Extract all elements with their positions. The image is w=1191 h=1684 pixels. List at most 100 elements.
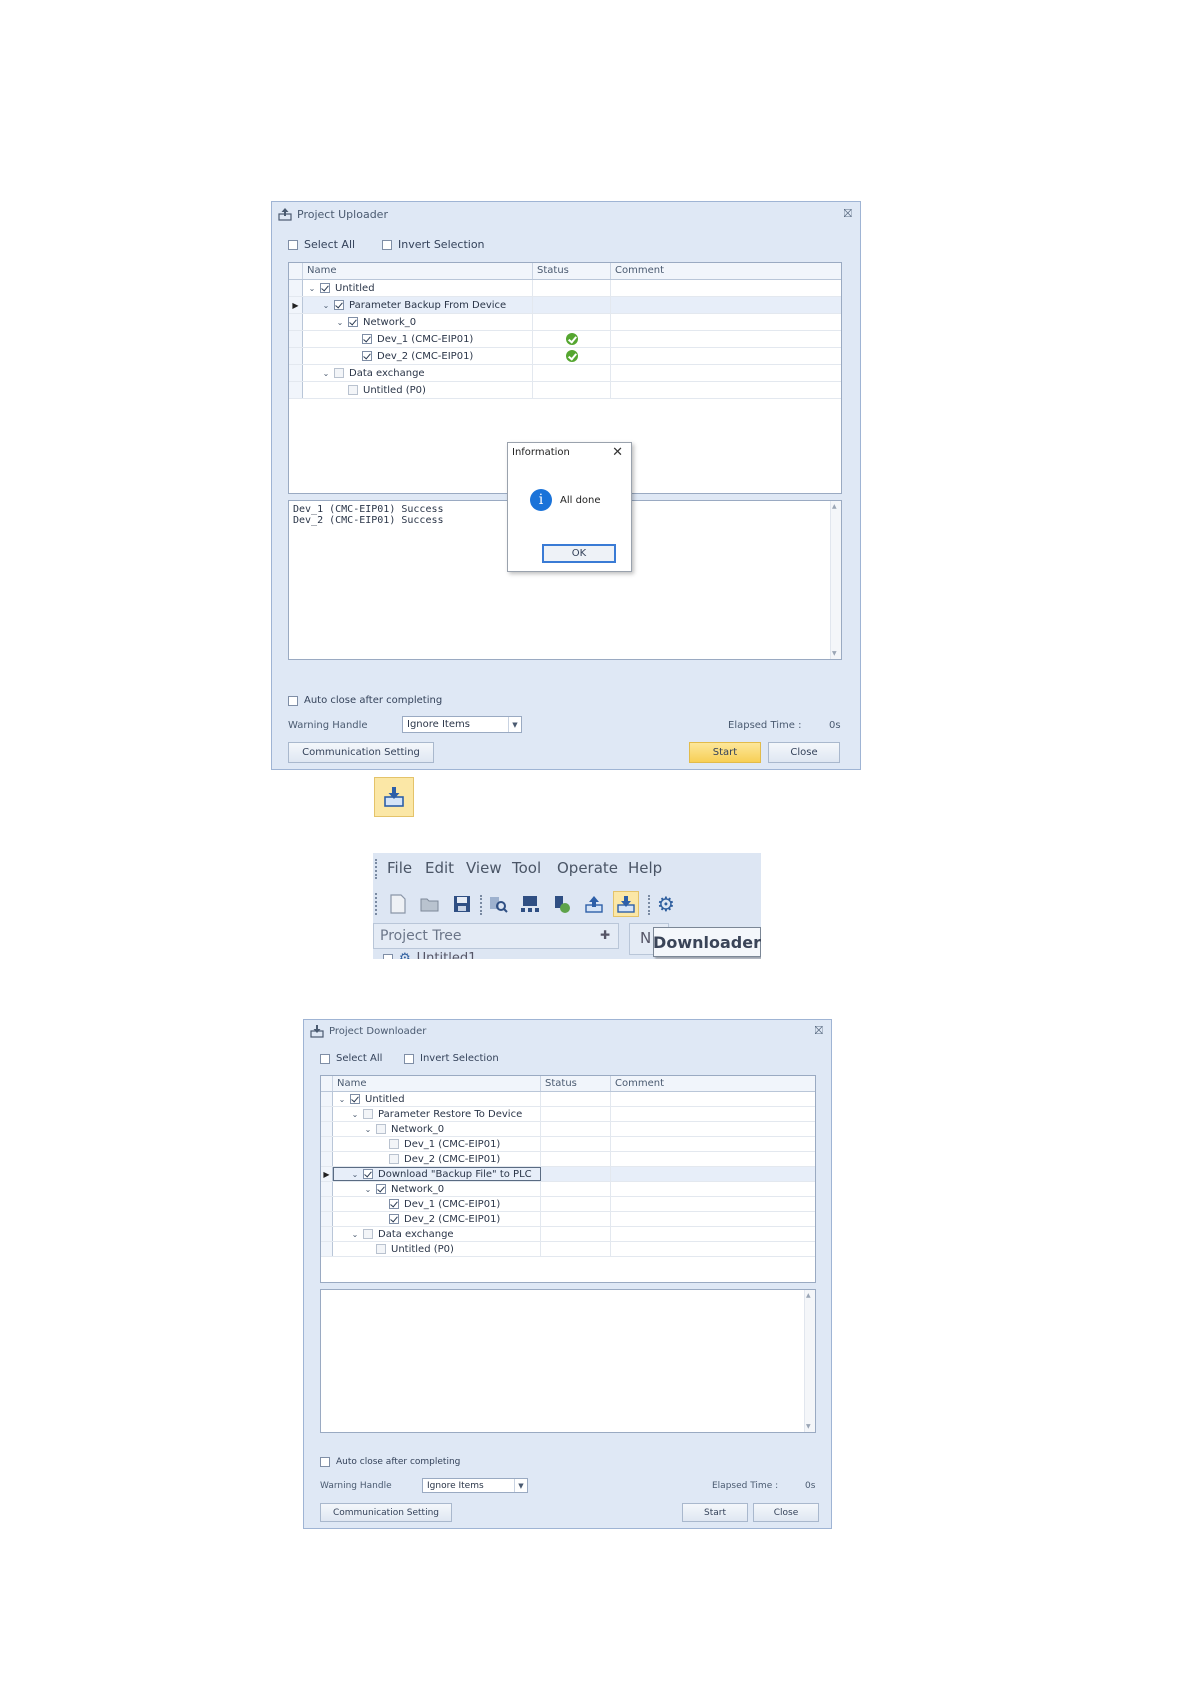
row-checkbox[interactable] [376, 1124, 386, 1134]
open-folder-icon[interactable] [419, 893, 441, 915]
column-name[interactable]: Name [333, 1076, 541, 1091]
project-tree-item[interactable]: ⚙ Untitled1 [383, 951, 476, 959]
checkbox-box[interactable] [383, 953, 393, 959]
scroll-up-icon[interactable]: ▲ [806, 1292, 811, 1299]
row-checkbox[interactable] [334, 300, 344, 310]
row-header[interactable] [321, 1242, 333, 1256]
row-header[interactable] [321, 1227, 333, 1241]
row-header[interactable] [321, 1107, 333, 1121]
table-row[interactable]: Untitled (P0) [289, 382, 841, 399]
close-button[interactable]: Close [753, 1503, 819, 1522]
column-status[interactable]: Status [541, 1076, 611, 1091]
table-row[interactable]: ▶ ⌄ Parameter Backup From Device [289, 297, 841, 314]
table-row[interactable]: ⌄ Network_0 [321, 1122, 815, 1137]
table-row[interactable]: Dev_2 (CMC-EIP01) [289, 348, 841, 365]
table-row[interactable]: Dev_1 (CMC-EIP01) [321, 1137, 815, 1152]
table-row[interactable]: ⌄ Data exchange [321, 1227, 815, 1242]
ok-button[interactable]: OK [542, 544, 616, 563]
chevron-down-icon[interactable]: ⌄ [335, 318, 345, 327]
current-row-marker-icon[interactable]: ▶ [289, 297, 303, 313]
row-header[interactable] [289, 331, 303, 347]
table-row[interactable]: Dev_1 (CMC-EIP01) [321, 1197, 815, 1212]
row-header[interactable] [321, 1212, 333, 1226]
column-comment[interactable]: Comment [611, 1076, 815, 1091]
chevron-down-icon[interactable]: ⌄ [350, 1230, 360, 1239]
log-scrollbar[interactable]: ▲ ▼ [830, 501, 841, 659]
checkbox-box[interactable] [404, 1053, 414, 1064]
column-comment[interactable]: Comment [611, 263, 841, 279]
auto-close-checkbox[interactable]: Auto close after completing [288, 695, 442, 706]
chevron-down-icon[interactable]: ⌄ [363, 1185, 373, 1194]
row-checkbox[interactable] [389, 1214, 399, 1224]
checkbox-box[interactable] [288, 239, 298, 250]
row-header[interactable] [289, 365, 303, 381]
chevron-down-icon[interactable]: ▼ [508, 717, 521, 732]
save-icon[interactable] [451, 893, 473, 915]
row-header[interactable] [289, 382, 303, 398]
close-icon[interactable]: ⛝ [844, 207, 852, 221]
close-icon[interactable]: ⛝ [815, 1024, 823, 1038]
close-icon[interactable]: ✕ [612, 445, 623, 460]
warning-handle-select[interactable]: Ignore Items ▼ [402, 716, 522, 733]
row-checkbox[interactable] [362, 351, 372, 361]
auto-close-checkbox[interactable]: Auto close after completing [320, 1457, 460, 1467]
row-checkbox[interactable] [363, 1229, 373, 1239]
row-header[interactable] [321, 1182, 333, 1196]
column-name[interactable]: Name [303, 263, 533, 279]
column-status[interactable]: Status [533, 263, 611, 279]
communication-setting-button[interactable]: Communication Setting [320, 1503, 452, 1522]
row-header[interactable] [321, 1197, 333, 1211]
checkbox-box[interactable] [320, 1457, 330, 1467]
row-header[interactable] [289, 280, 303, 296]
chevron-down-icon[interactable]: ⌄ [337, 1095, 347, 1104]
row-checkbox[interactable] [334, 368, 344, 378]
table-row[interactable]: ⌄ Parameter Restore To Device [321, 1107, 815, 1122]
select-all-checkbox[interactable]: Select All [320, 1053, 382, 1064]
table-row[interactable]: Dev_2 (CMC-EIP01) [321, 1152, 815, 1167]
chevron-down-icon[interactable]: ⌄ [350, 1110, 360, 1119]
checkbox-box[interactable] [288, 695, 298, 706]
new-file-icon[interactable] [387, 893, 409, 915]
row-checkbox[interactable] [320, 283, 330, 293]
current-row-marker-icon[interactable]: ▶ [321, 1167, 333, 1181]
row-header[interactable] [289, 348, 303, 364]
chevron-down-icon[interactable]: ⌄ [350, 1170, 360, 1179]
row-checkbox[interactable] [348, 317, 358, 327]
scroll-down-icon[interactable]: ▼ [806, 1423, 811, 1430]
table-row[interactable]: Dev_1 (CMC-EIP01) [289, 331, 841, 348]
invert-selection-checkbox[interactable]: Invert Selection [382, 238, 485, 251]
settings-icon[interactable]: ⚙ [655, 892, 677, 916]
row-header[interactable] [321, 1122, 333, 1136]
pin-icon[interactable]: ✚ [600, 928, 610, 942]
scroll-up-icon[interactable]: ▲ [832, 503, 837, 510]
upload-icon[interactable] [583, 893, 605, 915]
warning-handle-select[interactable]: Ignore Items ▼ [422, 1478, 528, 1493]
close-button[interactable]: Close [768, 742, 840, 763]
chevron-down-icon[interactable]: ⌄ [307, 284, 317, 293]
invert-selection-checkbox[interactable]: Invert Selection [404, 1053, 499, 1064]
menu-item-operate[interactable]: Operate [557, 859, 618, 877]
chevron-down-icon[interactable]: ⌄ [321, 301, 331, 310]
table-row[interactable]: ⌄ Network_0 [321, 1182, 815, 1197]
chevron-down-icon[interactable]: ⌄ [321, 369, 331, 378]
table-row[interactable]: ⌄ Untitled [321, 1092, 815, 1107]
checkbox-box[interactable] [382, 239, 392, 250]
table-row[interactable]: ⌄ Network_0 [289, 314, 841, 331]
table-row[interactable]: ⌄ Data exchange [289, 365, 841, 382]
row-checkbox[interactable] [376, 1184, 386, 1194]
table-row[interactable]: ▶ ⌄ Download "Backup File" to PLC [321, 1167, 815, 1182]
row-checkbox[interactable] [348, 385, 358, 395]
row-checkbox[interactable] [389, 1154, 399, 1164]
menu-item-file[interactable]: File [387, 859, 412, 877]
row-header[interactable] [321, 1152, 333, 1166]
row-header[interactable] [321, 1137, 333, 1151]
row-checkbox[interactable] [350, 1094, 360, 1104]
row-checkbox[interactable] [376, 1244, 386, 1254]
menu-item-tool[interactable]: Tool [512, 859, 541, 877]
row-checkbox[interactable] [362, 334, 372, 344]
row-header[interactable] [321, 1092, 333, 1106]
menu-item-help[interactable]: Help [628, 859, 662, 877]
table-row[interactable]: Untitled (P0) [321, 1242, 815, 1257]
start-button[interactable]: Start [682, 1503, 748, 1522]
row-checkbox[interactable] [363, 1109, 373, 1119]
